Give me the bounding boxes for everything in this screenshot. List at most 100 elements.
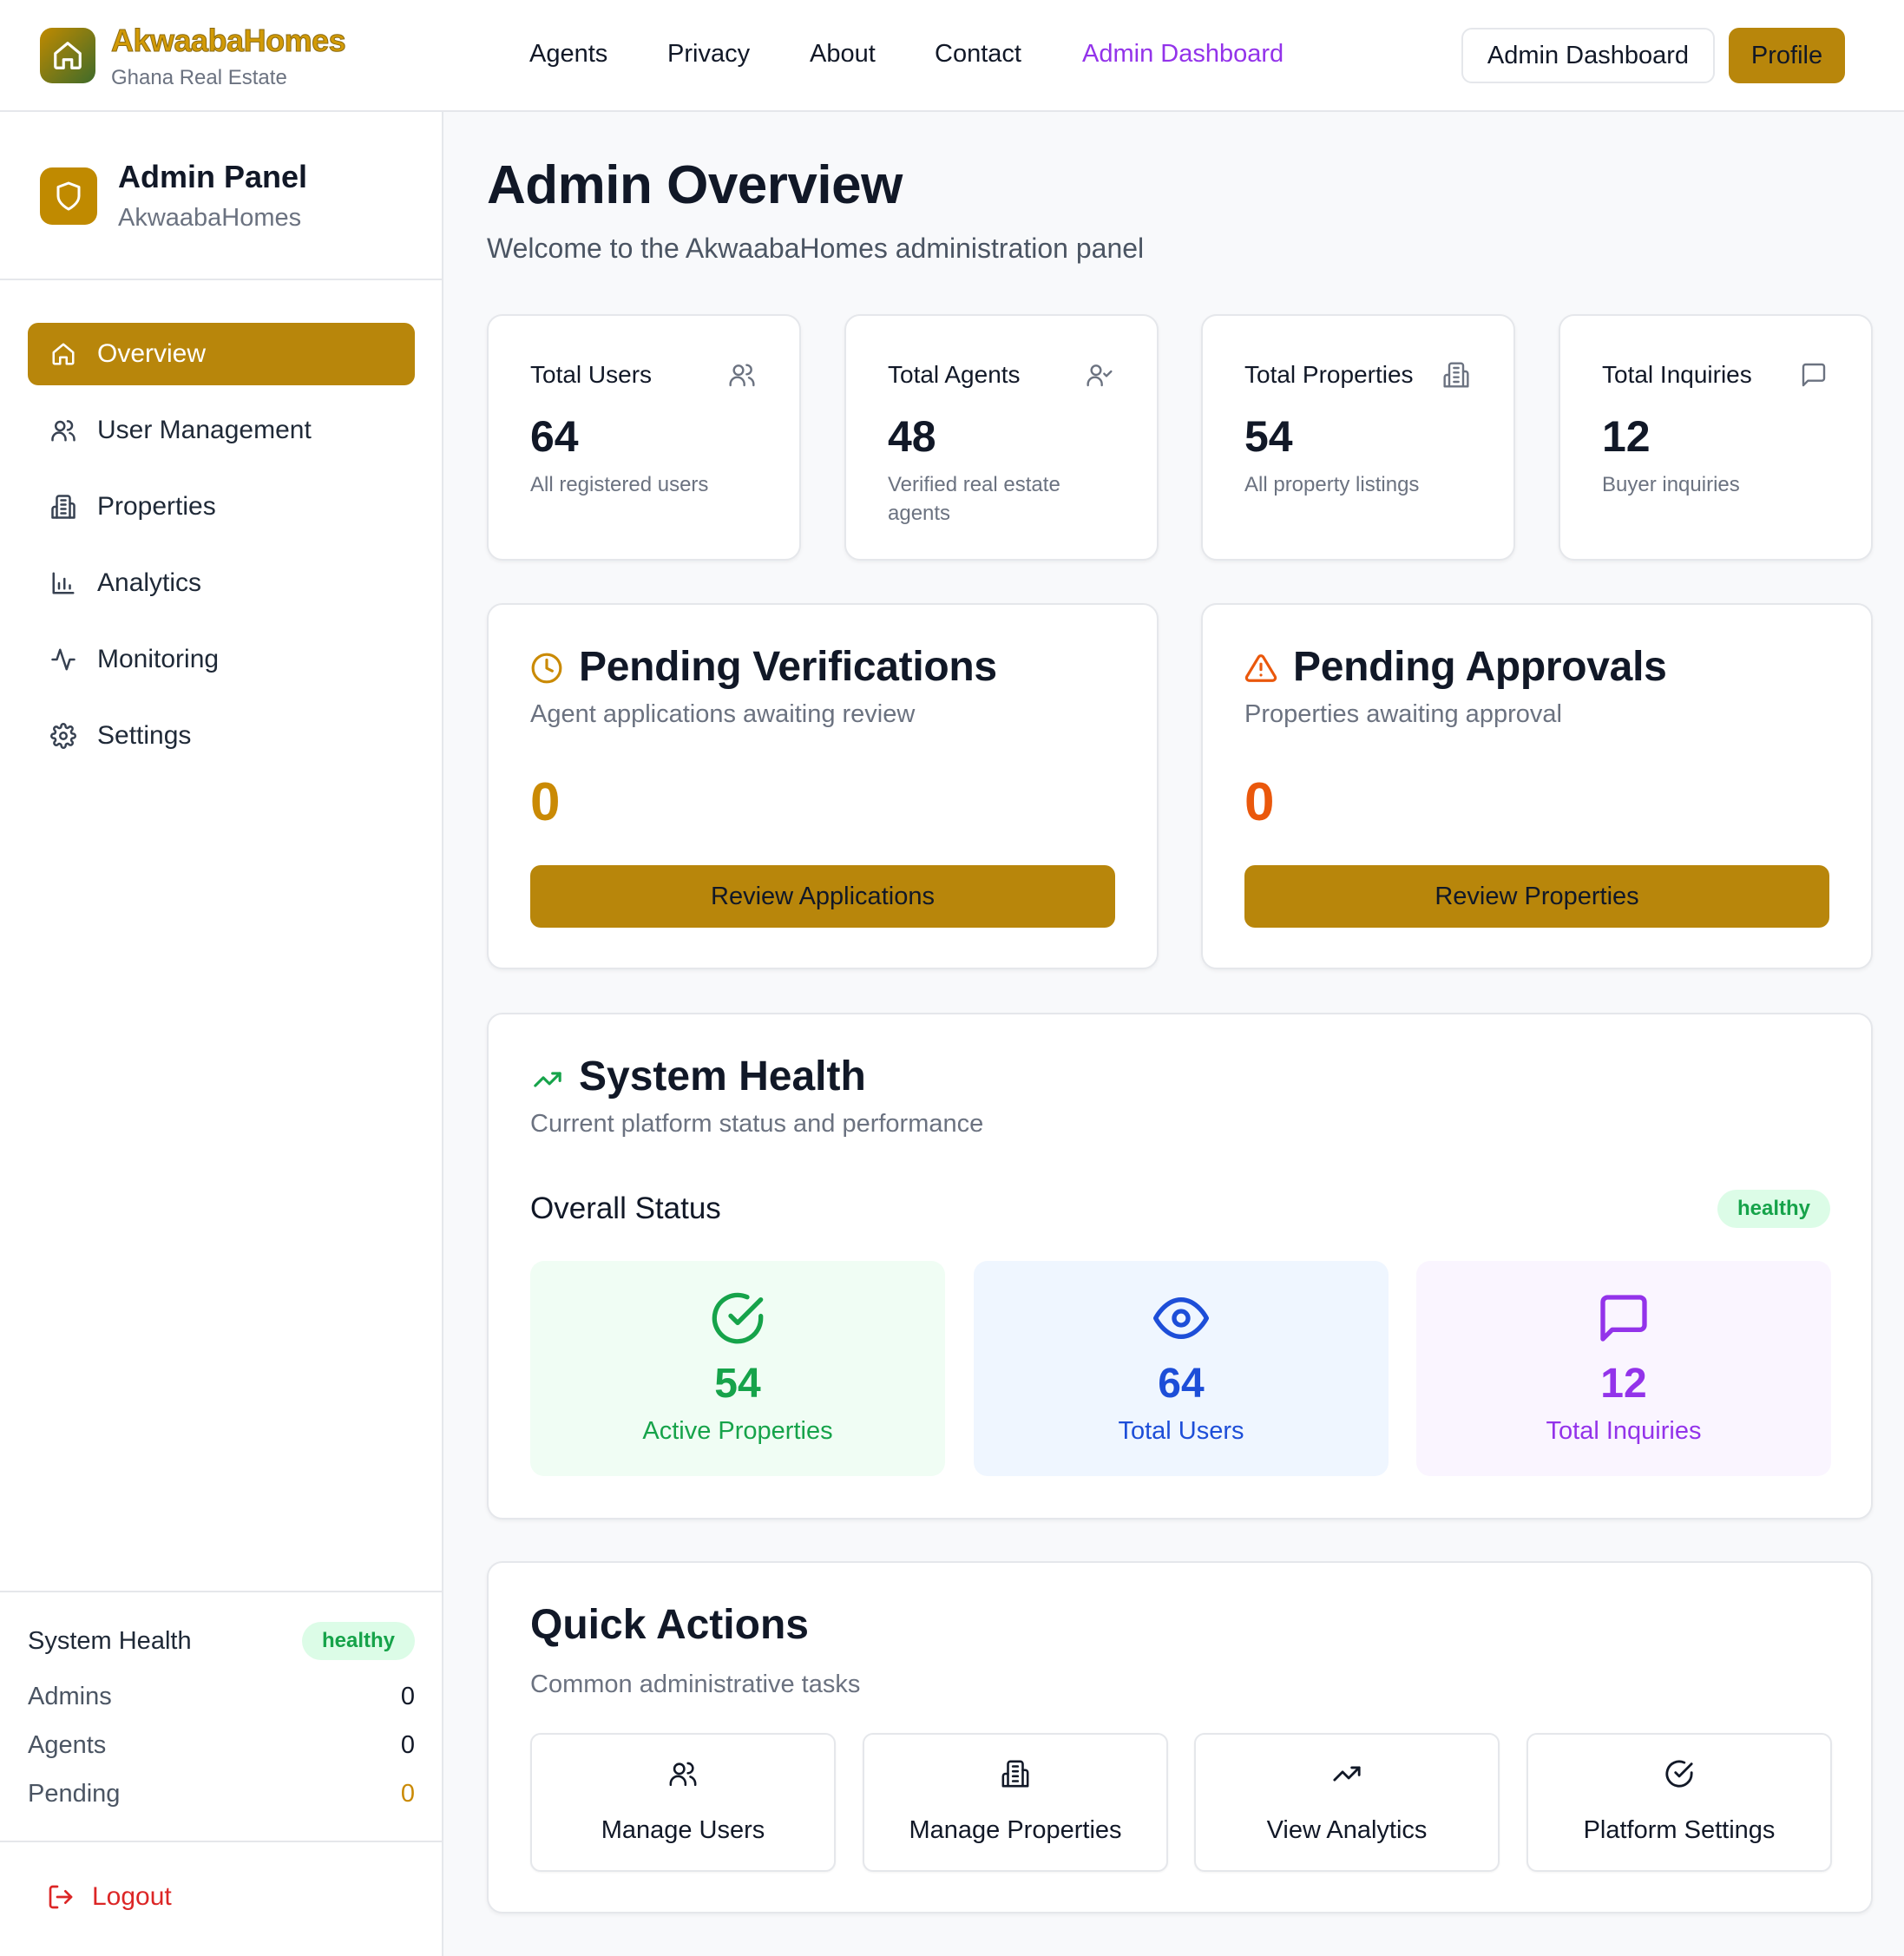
- health-row-label: Pending: [28, 1780, 121, 1808]
- card-title: Pending Approvals: [1293, 644, 1667, 690]
- stat-label: Total Agents: [888, 361, 1021, 388]
- sidebar-item-label: Overview: [97, 339, 207, 368]
- action-label: View Analytics: [1266, 1816, 1428, 1844]
- logout-button[interactable]: Logout: [47, 1882, 172, 1912]
- sidebar: Admin Panel AkwaabaHomes Overview User M…: [0, 112, 443, 1956]
- tile-value: 64: [1158, 1361, 1205, 1407]
- health-row-value: 0: [400, 1731, 415, 1759]
- health-row-label: Admins: [28, 1683, 112, 1710]
- manage-users-button[interactable]: Manage Users: [530, 1733, 836, 1872]
- pending-count: 0: [1244, 772, 1275, 832]
- pending-approvals-card: Pending Approvals Properties awaiting ap…: [1201, 603, 1873, 969]
- activity-icon: [49, 645, 78, 674]
- trending-up-icon: [530, 1065, 565, 1094]
- stat-description: All registered users: [530, 473, 709, 496]
- shield-icon: [40, 167, 97, 225]
- stat-card-total-agents: Total Agents 48 Verified real estate age…: [844, 314, 1159, 561]
- tile-value: 54: [714, 1361, 761, 1407]
- health-row-value: 0: [400, 1683, 415, 1710]
- pending-verifications-card: Pending Verifications Agent applications…: [487, 603, 1159, 969]
- manage-properties-button[interactable]: Manage Properties: [863, 1733, 1168, 1872]
- tile-label: Total Users: [1118, 1417, 1244, 1445]
- platform-settings-button[interactable]: Platform Settings: [1526, 1733, 1832, 1872]
- status-badge: healthy: [1717, 1190, 1830, 1228]
- card-subtitle: Current platform status and performance: [530, 1110, 984, 1138]
- sidebar-subtitle: AkwaabaHomes: [118, 204, 302, 232]
- top-navigation-bar: AkwaabaHomes Ghana Real Estate Agents Pr…: [0, 0, 1904, 112]
- sidebar-item-label: Monitoring: [97, 645, 220, 673]
- page-subtitle: Welcome to the AkwaabaHomes administrati…: [487, 233, 1145, 264]
- logout-icon: [47, 1883, 75, 1911]
- sidebar-item-settings[interactable]: Settings: [28, 705, 415, 767]
- card-title: Pending Verifications: [579, 644, 997, 690]
- action-label: Manage Properties: [909, 1816, 1122, 1844]
- health-tile-total-inquiries: 12 Total Inquiries: [1416, 1261, 1831, 1476]
- trending-up-icon: [1332, 1759, 1362, 1789]
- health-tile-active-properties: 54 Active Properties: [530, 1261, 945, 1476]
- users-icon: [728, 361, 758, 391]
- building-icon: [1001, 1759, 1030, 1789]
- building-icon: [49, 492, 78, 522]
- stat-card-total-inquiries: Total Inquiries 12 Buyer inquiries: [1559, 314, 1873, 561]
- health-row-agents: Agents 0: [28, 1731, 415, 1760]
- review-properties-button[interactable]: Review Properties: [1244, 865, 1829, 928]
- stat-label: Total Inquiries: [1602, 361, 1752, 388]
- sidebar-item-properties[interactable]: Properties: [28, 476, 415, 538]
- nav-link-agents[interactable]: Agents: [529, 40, 607, 69]
- stat-card-total-properties: Total Properties 54 All property listing…: [1201, 314, 1515, 561]
- sidebar-system-health: System Health healthy Admins 0 Agents 0 …: [0, 1591, 442, 1842]
- nav-link-contact[interactable]: Contact: [935, 40, 1021, 69]
- health-row-label: Agents: [28, 1731, 107, 1759]
- stat-description: Verified real estate agents: [888, 473, 1060, 525]
- sidebar-item-label: Analytics: [97, 568, 202, 597]
- bar-chart-icon: [49, 568, 78, 598]
- sidebar-header: Admin Panel AkwaabaHomes: [0, 112, 442, 280]
- stat-value: 64: [530, 412, 579, 461]
- profile-button[interactable]: Profile: [1729, 28, 1845, 83]
- sidebar-item-user-management[interactable]: User Management: [28, 399, 415, 462]
- health-row-admins: Admins 0: [28, 1683, 415, 1711]
- nav-link-admin-dashboard[interactable]: Admin Dashboard: [1082, 40, 1284, 69]
- stat-value: 48: [888, 412, 936, 461]
- stat-description: All property listings: [1244, 473, 1420, 496]
- health-row-value: 0: [400, 1780, 415, 1808]
- tile-label: Total Inquiries: [1546, 1417, 1702, 1445]
- home-logo-icon[interactable]: [40, 28, 95, 83]
- stat-value: 12: [1602, 412, 1651, 461]
- check-circle-icon: [710, 1290, 765, 1346]
- health-tile-total-users: 64 Total Users: [974, 1261, 1389, 1476]
- building-icon: [1442, 361, 1472, 391]
- sidebar-item-label: Settings: [97, 721, 192, 750]
- brand-name[interactable]: AkwaabaHomes: [110, 23, 346, 59]
- sidebar-title: Admin Panel: [118, 159, 308, 194]
- sidebar-item-analytics[interactable]: Analytics: [28, 552, 415, 614]
- logout-label: Logout: [92, 1882, 172, 1911]
- admin-dashboard-button[interactable]: Admin Dashboard: [1461, 28, 1715, 83]
- view-analytics-button[interactable]: View Analytics: [1194, 1733, 1500, 1872]
- review-applications-button[interactable]: Review Applications: [530, 865, 1115, 928]
- stat-card-total-users: Total Users 64 All registered users: [487, 314, 801, 561]
- page-title: Admin Overview: [487, 155, 903, 215]
- tile-value: 12: [1600, 1361, 1647, 1407]
- card-subtitle: Properties awaiting approval: [1244, 700, 1562, 728]
- nav-link-about[interactable]: About: [810, 40, 876, 69]
- users-icon: [668, 1759, 698, 1789]
- card-subtitle: Common administrative tasks: [530, 1670, 861, 1698]
- sidebar-item-label: Properties: [97, 492, 216, 521]
- message-icon: [1800, 361, 1829, 391]
- overall-status-label: Overall Status: [530, 1191, 721, 1225]
- health-row-pending: Pending 0: [28, 1780, 415, 1808]
- nav-link-privacy[interactable]: Privacy: [667, 40, 750, 69]
- sidebar-health-title: System Health: [28, 1627, 192, 1655]
- alert-triangle-icon: [1244, 652, 1277, 685]
- action-label: Platform Settings: [1583, 1816, 1776, 1844]
- sidebar-item-label: User Management: [97, 416, 312, 444]
- clock-icon: [530, 652, 563, 685]
- user-check-icon: [1086, 361, 1115, 391]
- card-subtitle: Agent applications awaiting review: [530, 700, 916, 728]
- pending-count: 0: [530, 772, 561, 832]
- status-badge: healthy: [302, 1622, 415, 1660]
- sidebar-item-monitoring[interactable]: Monitoring: [28, 628, 415, 691]
- sidebar-item-overview[interactable]: Overview: [28, 323, 415, 385]
- quick-actions-card: Quick Actions Common administrative task…: [487, 1561, 1873, 1913]
